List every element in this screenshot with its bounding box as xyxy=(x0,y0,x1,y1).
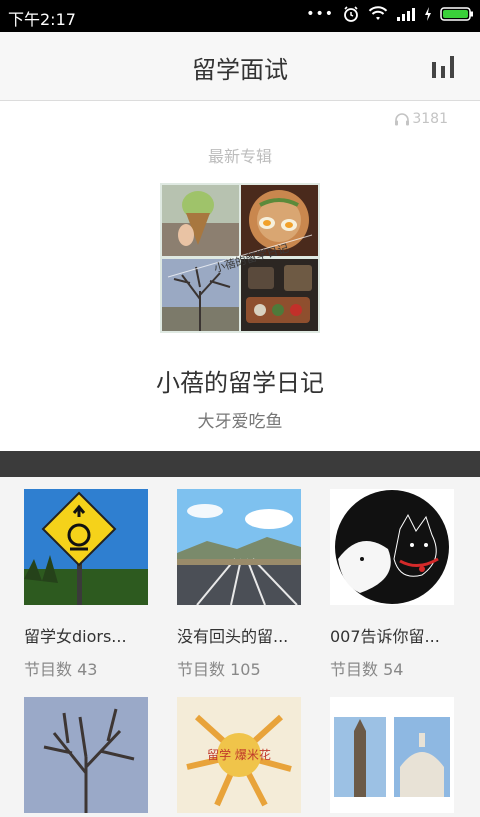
album-thumb xyxy=(24,489,148,605)
headphones-icon xyxy=(395,113,410,126)
album-thumb xyxy=(24,697,148,813)
status-time: 下午2:17 xyxy=(8,10,76,29)
album-episode-count: 节目数 54 xyxy=(330,660,404,679)
album-title[interactable]: 小蓓的留学日记 xyxy=(0,363,480,398)
latest-album-section: 3181 最新专辑 小蓓的留学日记 小蓓的留学日记 大牙爱吃鱼 xyxy=(0,101,480,451)
wifi-icon xyxy=(368,6,388,20)
album-author[interactable]: 大牙爱吃鱼 xyxy=(0,407,480,432)
album-thumb xyxy=(177,489,301,606)
app-header: 留学面试 xyxy=(0,32,480,101)
album-thumb xyxy=(330,697,454,813)
album-episode-count: 节目数 105 xyxy=(177,660,261,679)
album-card[interactable]: 留学 爆米花 xyxy=(177,697,301,817)
status-icons: ••• xyxy=(306,5,474,23)
album-episode-count: 节目数 43 xyxy=(24,660,98,679)
album-name: 007告诉你留... xyxy=(330,627,440,646)
album-thumb: 留学 爆米花 xyxy=(177,697,301,813)
album-card[interactable]: 留学女diors... 节目数 43 xyxy=(24,489,148,680)
album-card[interactable] xyxy=(24,697,148,817)
alarm-icon xyxy=(344,6,358,22)
signal-icon xyxy=(397,8,415,21)
charging-icon xyxy=(425,7,431,21)
status-bar: 下午2:17 ••• xyxy=(0,0,480,32)
album-grid: 留学女diors... 节目数 43 没有回头的留... 节目数 105 007… xyxy=(0,477,480,813)
section-label: 最新专辑 xyxy=(207,147,272,166)
album-thumb xyxy=(330,489,454,605)
album-card[interactable] xyxy=(330,697,454,817)
listen-count-value: 3181 xyxy=(412,111,448,127)
album-card[interactable]: 没有回头的留... 节目数 105 xyxy=(177,489,301,680)
battery-icon xyxy=(440,7,473,21)
album-card[interactable]: 007告诉你留... 节目数 54 xyxy=(330,489,454,680)
thumb-caption: 留学 爆米花 xyxy=(207,747,271,762)
album-name: 没有回头的留... xyxy=(177,627,289,646)
page-title: 留学面试 xyxy=(192,56,288,84)
album-name: 留学女diors... xyxy=(24,627,127,646)
section-divider xyxy=(0,451,480,477)
album-cover-art: 小蓓的留学日记 xyxy=(160,183,320,333)
more-dots-icon: ••• xyxy=(306,6,334,22)
listen-count: 3181 xyxy=(394,111,448,127)
ranking-icon[interactable] xyxy=(430,54,456,80)
album-cover[interactable]: 小蓓的留学日记 xyxy=(160,183,320,333)
